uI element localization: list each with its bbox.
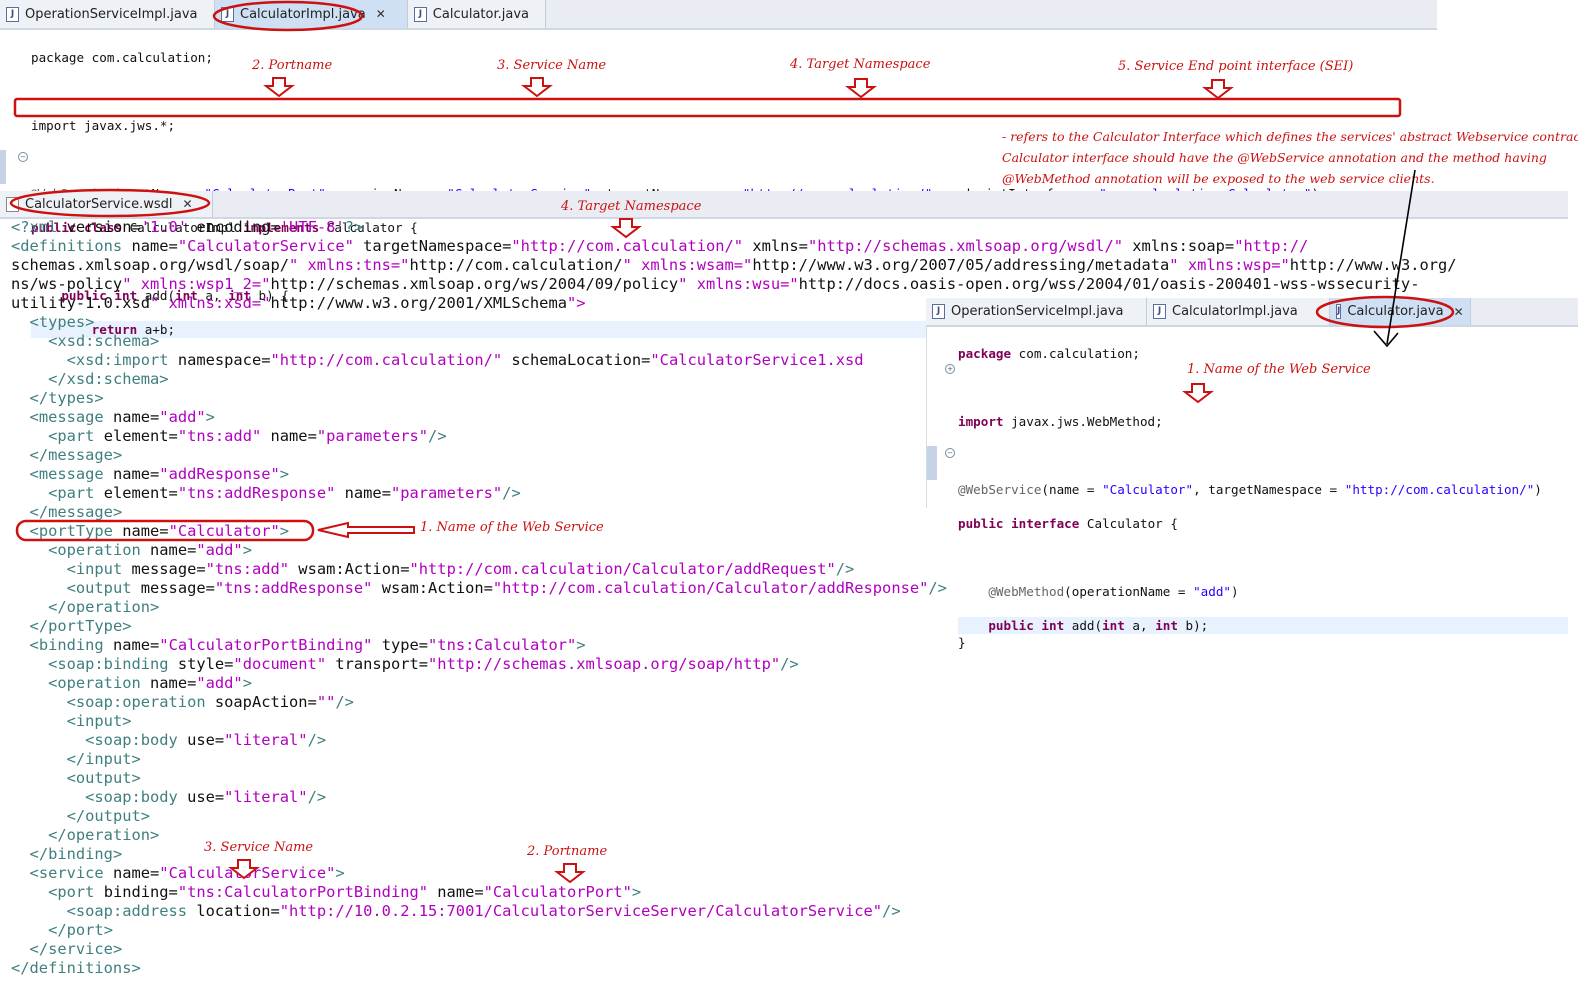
code-text: a, bbox=[1124, 618, 1156, 633]
annotation-service-name: 3. Service Name bbox=[497, 58, 607, 73]
code-line: import javax.jws.WebMethod; bbox=[958, 413, 1568, 430]
wsdl-line: <port binding="tns:CalculatorPortBinding… bbox=[48, 883, 642, 901]
code-text: Calculator { bbox=[1079, 516, 1178, 531]
keyword: public int bbox=[988, 618, 1065, 633]
annotation-wsdl-portname: 2. Portname bbox=[527, 844, 608, 859]
java-file-icon: J bbox=[414, 6, 427, 22]
keyword: public interface bbox=[958, 516, 1080, 531]
code-line: @WebMethod(operationName = "add") bbox=[958, 583, 1568, 600]
annotation-wsdl-target-namespace: 4. Target Namespace bbox=[561, 199, 702, 214]
code-text: ) bbox=[1231, 584, 1239, 599]
tab-operationserviceimpl[interactable]: J OperationServiceImpl.java bbox=[0, 0, 215, 28]
wsdl-line: <definitions name="CalculatorService" ta… bbox=[11, 237, 1309, 255]
wsdl-line: schemas.xmlsoap.org/wsdl/soap/" xmlns:tn… bbox=[11, 256, 1457, 274]
code-text: , targetNamespace = bbox=[1193, 482, 1345, 497]
collapse-icon[interactable]: − bbox=[945, 448, 955, 458]
wsdl-line: <soap:body use="literal"/> bbox=[85, 788, 327, 806]
wsdl-line: </definitions> bbox=[11, 959, 141, 977]
wsdl-line: <?xml version='1.0' encoding='UTF-8'?> bbox=[11, 218, 364, 236]
annotation-web-service-name: 1. Name of the Web Service bbox=[420, 520, 604, 535]
wsdl-line: <service name="CalculatorService"> bbox=[29, 864, 345, 882]
string: "http://com.calculation/" bbox=[1344, 482, 1535, 497]
wsdl-line: </port> bbox=[48, 921, 113, 939]
tab-label: CalculatorImpl.java bbox=[240, 6, 366, 22]
code-text: ) bbox=[1534, 482, 1542, 497]
java-file-icon: J bbox=[932, 304, 945, 319]
code-text: (name = bbox=[1041, 482, 1103, 497]
wsdl-line: </input> bbox=[66, 750, 141, 768]
wsdl-line: <soap:operation soapAction=""/> bbox=[66, 693, 354, 711]
close-icon[interactable]: ✕ bbox=[376, 7, 386, 21]
annotation-sei: 5. Service End point interface (SEI) bbox=[1118, 59, 1354, 74]
annotation: @WebService bbox=[958, 482, 1042, 497]
top-editor-tabbar: J OperationServiceImpl.java J Calculator… bbox=[0, 0, 1437, 30]
annotation: @WebMethod bbox=[988, 584, 1065, 599]
interface-editor-code: package com.calculation; import javax.jw… bbox=[958, 328, 1568, 668]
java-file-icon: J bbox=[1336, 304, 1342, 319]
tab-calculator[interactable]: J Calculator.java bbox=[408, 0, 546, 28]
wsdl-line: ns/ws-policy" xmlns:wsp1_2="http://schem… bbox=[11, 275, 1420, 293]
code-text: add( bbox=[1064, 618, 1103, 633]
code-line: @WebService(name = "Calculator", targetN… bbox=[958, 481, 1568, 498]
java-file-icon: J bbox=[1153, 304, 1166, 319]
collapse-icon[interactable]: − bbox=[18, 152, 28, 162]
code-line: public interface Calculator { bbox=[958, 515, 1568, 532]
code-text: (operationName = bbox=[1064, 584, 1194, 599]
tab-label: Calculator.java bbox=[1347, 304, 1444, 319]
code-line-current: public int add(int a, int b); bbox=[958, 617, 1568, 634]
tab-calculatorimpl[interactable]: J CalculatorImpl.java bbox=[1147, 298, 1330, 325]
annotation-sei-note: - refers to the Calculator Interface whi… bbox=[1002, 129, 1578, 186]
keyword: package com.calculation; bbox=[31, 50, 213, 65]
annotation-portname: 2. Portname bbox=[252, 58, 333, 73]
code-text: } bbox=[958, 635, 966, 650]
expand-icon[interactable]: + bbox=[945, 364, 955, 374]
tab-calculatorimpl[interactable]: J CalculatorImpl.java ✕ bbox=[215, 0, 408, 28]
string: "Calculator" bbox=[1102, 482, 1194, 497]
code-text: javax.jws.WebMethod; bbox=[1003, 414, 1163, 429]
annotation-interface-web-service-name: 1. Name of the Web Service bbox=[1187, 362, 1371, 377]
tab-operationserviceimpl[interactable]: J OperationServiceImpl.java bbox=[926, 298, 1147, 325]
wsdl-editor-tabbar: CalculatorService.wsdl ✕ bbox=[0, 191, 1568, 219]
wsdl-line: <output> bbox=[66, 769, 141, 787]
wsdl-line: <soap:address location="http://10.0.2.15… bbox=[66, 902, 901, 920]
wsdl-line: <soap:body use="literal"/> bbox=[85, 731, 327, 749]
annotation-wsdl-service-name: 3. Service Name bbox=[204, 840, 314, 855]
wsdl-line: </service> bbox=[29, 940, 123, 958]
interface-editor-tabbar: J OperationServiceImpl.java J Calculator… bbox=[926, 298, 1578, 327]
tab-calculator[interactable]: J Calculator.java ✕ bbox=[1330, 298, 1471, 325]
top-editor-ruler bbox=[0, 150, 6, 184]
tab-label: Calculator.java bbox=[432, 6, 529, 22]
java-file-icon: J bbox=[221, 6, 234, 22]
wsdl-line: <operation name="add"> bbox=[48, 674, 252, 692]
tab-label: CalculatorImpl.java bbox=[1172, 304, 1298, 319]
code-line: package com.calculation; bbox=[958, 345, 1568, 362]
tab-label: CalculatorService.wsdl bbox=[25, 196, 173, 212]
interface-editor-ruler bbox=[927, 446, 937, 480]
close-icon[interactable]: ✕ bbox=[182, 197, 192, 211]
code-text: com.calculation; bbox=[1011, 346, 1140, 361]
close-icon[interactable]: ✕ bbox=[1454, 305, 1464, 319]
wsdl-file-icon bbox=[6, 196, 19, 212]
wsdl-line: <input> bbox=[66, 712, 132, 730]
tab-label: OperationServiceImpl.java bbox=[25, 6, 198, 22]
keyword: int bbox=[1102, 618, 1125, 633]
tab-calculatorservice-wsdl[interactable]: CalculatorService.wsdl ✕ bbox=[0, 191, 213, 217]
tab-label: OperationServiceImpl.java bbox=[951, 304, 1124, 319]
java-file-icon: J bbox=[6, 6, 19, 22]
wsdl-line: </output> bbox=[66, 807, 151, 825]
keyword: import bbox=[958, 414, 1004, 429]
code-line: } bbox=[958, 634, 1568, 651]
annotation-target-namespace: 4. Target Namespace bbox=[790, 57, 931, 72]
import-line: import javax.jws.*; bbox=[31, 118, 176, 133]
code-text: b); bbox=[1177, 618, 1209, 633]
keyword: int bbox=[1155, 618, 1178, 633]
keyword: package bbox=[958, 346, 1012, 361]
string: "add" bbox=[1193, 584, 1231, 599]
